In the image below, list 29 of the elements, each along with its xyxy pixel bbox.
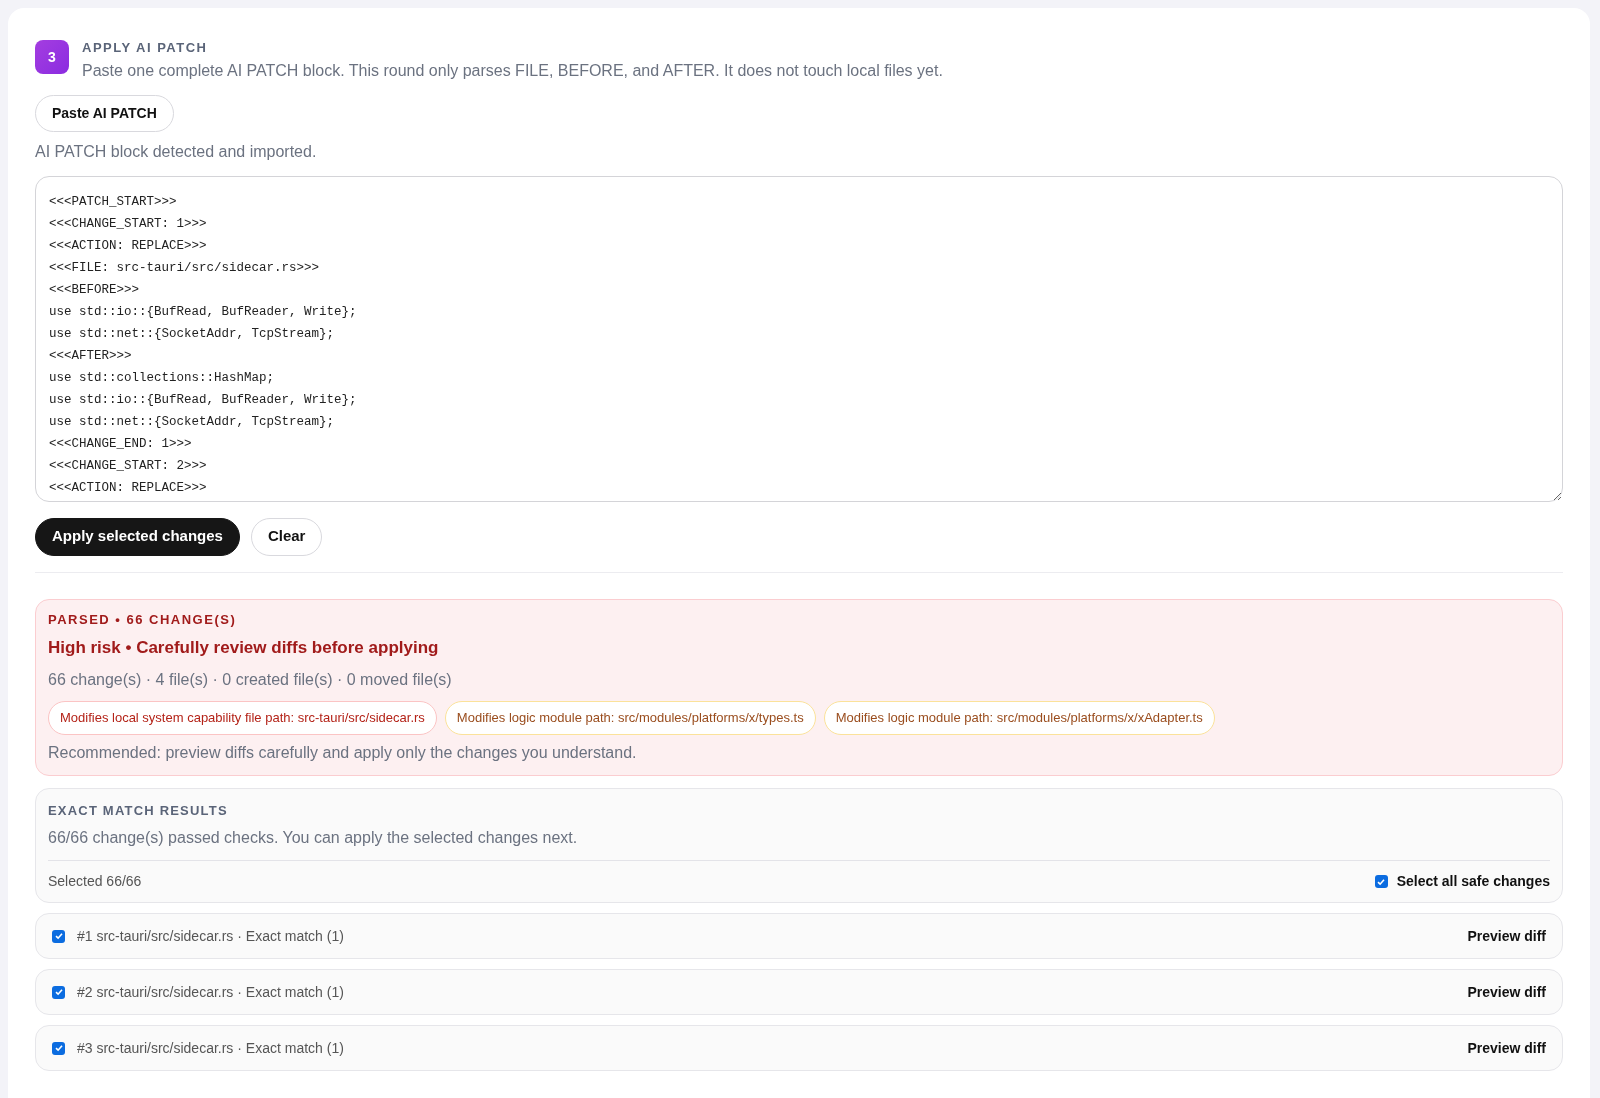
preview-diff-button[interactable]: Preview diff [1467, 925, 1546, 947]
paste-button[interactable]: Paste AI PATCH [35, 94, 174, 132]
change-checkbox[interactable] [52, 1041, 65, 1055]
selected-count: Selected 66/66 [48, 872, 142, 891]
patch-input-field[interactable]: <<<PATCH_START>>> <<<CHANGE_START: 1>>> <<<ACTION: REPLACE>>> <<<FILE: src-tauri/src/sidecar.rs>>> <<<BEFORE>>> use std::io::{BufRead, BufReader, Write}; use std::net::{SocketAddr, TcpStream}; <<<AFTER>>> use std::collections::HashMap; use std::io::{BufRead, BufReader, Write}; use std::net::{SocketAddr, TcpStream}; <<<CHANGE_END: 1>>> <<<CHANGE_START: 2>>> <<<ACTION: REPLACE>>> [35, 175, 1563, 502]
risk-tag: Modifies logic module path: src/modules/platforms/x/types.ts [444, 700, 816, 735]
section-description: Paste one complete AI PATCH block. This round only parses FILE, BEFORE, and AFTER. It does not touch local files yet. [82, 60, 943, 81]
risk-heading: PARSED • 66 CHANGE(S) [48, 610, 238, 629]
risk-tag: Modifies logic module path: src/modules/platforms/x/xAdapter.ts [823, 700, 1215, 735]
preview-diff-button[interactable]: Preview diff [1467, 1037, 1546, 1059]
change-label: #1 src-tauri/src/sidecar.rs · Exact match (1) [77, 926, 344, 946]
status-text: AI PATCH block detected and imported. [35, 141, 318, 162]
change-label: #3 src-tauri/src/sidecar.rs · Exact match (1) [77, 1038, 344, 1058]
risk-summary: 66 change(s) · 4 file(s) · 0 created file(s) · 0 moved file(s) [48, 669, 453, 690]
results-summary: 66/66 change(s) passed checks. You can apply the selected changes next. [48, 828, 579, 848]
risk-title: High risk • Carefully review diffs before applying [48, 637, 440, 659]
results-heading: EXACT MATCH RESULTS [48, 801, 229, 820]
preview-diff-button[interactable]: Preview diff [1467, 981, 1546, 1003]
clear-button[interactable]: Clear [250, 517, 323, 556]
section-title: APPLY AI PATCH [82, 39, 209, 57]
select-all-label[interactable]: Select all safe changes [1396, 871, 1550, 892]
recommendation-text: Recommended: preview diffs carefully and apply only the changes you understand. [48, 742, 638, 763]
step-number-badge: 3 [35, 40, 69, 74]
risk-tag: Modifies local system capability file path: src-tauri/src/sidecar.rs [48, 700, 437, 735]
change-checkbox[interactable] [52, 929, 65, 943]
change-label: #2 src-tauri/src/sidecar.rs · Exact match (1) [77, 982, 344, 1002]
change-checkbox[interactable] [52, 985, 65, 999]
select-all-checkbox[interactable] [1374, 875, 1388, 888]
apply-button[interactable]: Apply selected changes [35, 517, 240, 556]
